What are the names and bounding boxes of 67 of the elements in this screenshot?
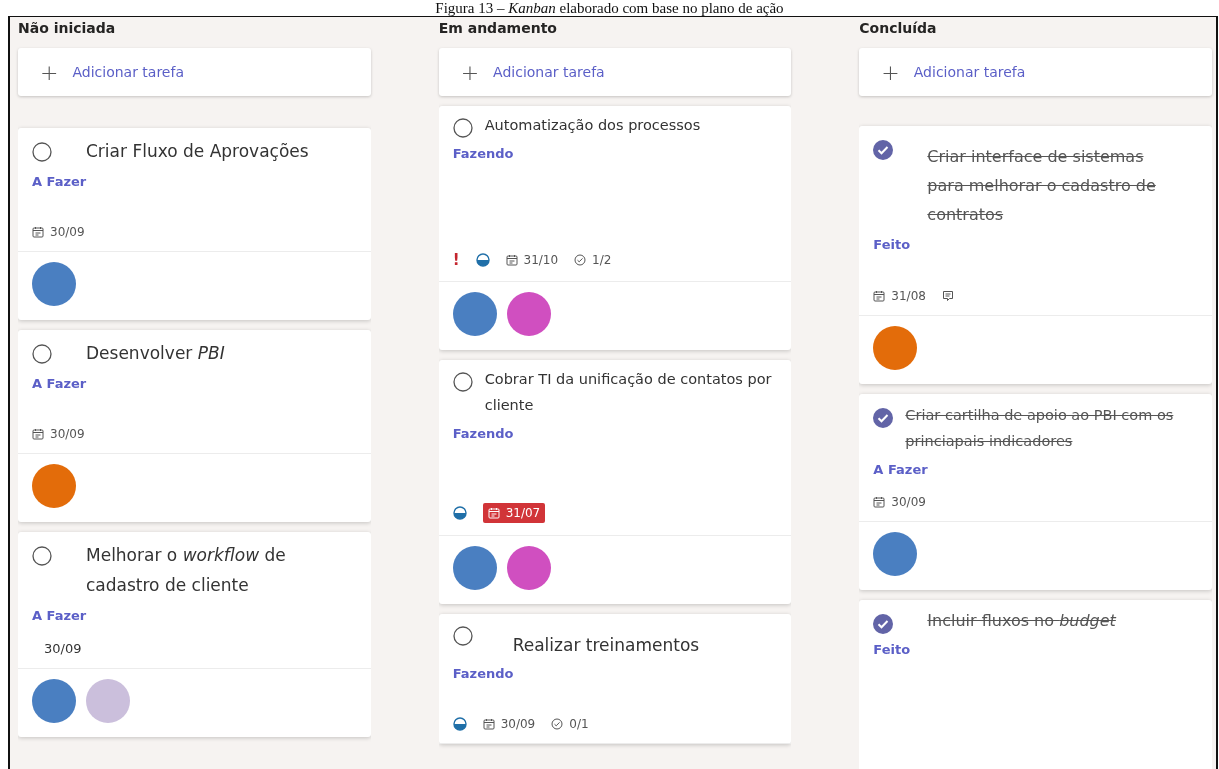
calendar-icon [505,254,518,266]
half-circle-icon [452,506,467,520]
column-title: Concluída [859,19,938,38]
add-task-button[interactable]: + Adicionar tarefa [18,48,371,96]
task-title: Criar Fluxo de Aprovações [85,140,309,163]
task-title: Cobrar TI da unificação de contatos por cliente [484,370,773,415]
checked-circle-icon[interactable] [873,140,894,160]
task-title: Automatização dos processos [484,116,701,135]
check-circle-icon [551,718,564,730]
due-date: 31/10 [505,253,559,267]
task-card[interactable]: Criar interface de sistemas para melhorar o cadastro de contratos Feito 31/08 [859,126,1212,384]
half-circle-icon [452,717,467,731]
checklist-count: 0/1 [551,717,589,731]
bucket-label: Fazendo [452,666,515,681]
task-card[interactable]: Desenvolver PBI A Fazer 30/09 [18,330,371,522]
bucket-label: A Fazer [32,608,88,623]
half-circle-icon [475,253,490,267]
task-title: Desenvolver PBI [85,342,225,365]
calendar-icon [873,290,886,302]
check-circle-icon [574,254,587,266]
task-card[interactable]: Criar Fluxo de Aprovações A Fazer 30/09 [18,128,371,320]
bucket-label: Fazendo [452,426,515,441]
due-date: 30/09 [873,495,926,509]
due-date: 30/09 [32,225,85,239]
calendar-icon [873,496,886,508]
bucket-label: Feito [873,237,912,252]
bucket-label: A Fazer [873,462,929,477]
task-title: Realizar treinamentos [511,634,700,657]
due-date: 30/09 [32,427,85,441]
due-date: 30/09 [482,717,536,731]
task-card[interactable]: Melhorar o workflow de cadastro de cliente A Fazer 30/09 [18,532,371,737]
column-title: Em andamento [438,19,558,38]
empty-circle-icon[interactable] [32,142,52,162]
calendar-icon [482,718,495,730]
comment-icon [941,290,954,302]
task-title: Melhorar o workflow de cadastro de cliente [85,544,287,597]
checked-circle-icon[interactable] [873,614,894,634]
calendar-icon [32,226,44,238]
empty-circle-icon[interactable] [32,344,52,364]
due-date: 31/07 [482,503,546,523]
due-date: 31/08 [873,289,926,303]
add-task-button[interactable]: + Adicionar tarefa [438,48,792,96]
bucket-label: A Fazer [32,174,88,189]
column-title: Não iniciada [18,19,117,38]
due-date: 30/09 [43,641,82,656]
priority-mark: ! [452,251,460,269]
bucket-label: Feito [873,642,912,657]
calendar-icon [487,507,500,519]
task-title: Criar cartilha de apoio ao PBI com os princiapais indicadores [905,406,1175,451]
checklist-count: 1/2 [574,253,612,267]
task-card[interactable]: Automatização dos processos Fazendo ! 31/10 1/2 [438,106,792,350]
task-title: Incluir fluxos no budget [926,610,1116,632]
task-title: Criar interface de sistemas para melhorar o cadastro de contratos [926,146,1157,226]
bucket-label: A Fazer [32,376,88,391]
task-card[interactable]: Cobrar TI da unificação de contatos por cliente Fazendo 31/07 [438,360,792,604]
empty-circle-icon[interactable] [452,372,473,392]
add-task-button[interactable]: + Adicionar tarefa [859,48,1212,96]
empty-circle-icon[interactable] [452,118,473,138]
empty-circle-icon[interactable] [32,546,52,566]
task-card[interactable]: Realizar treinamentos Fazendo 30/09 0/1 [438,614,792,744]
calendar-icon [32,428,44,440]
task-card[interactable]: Incluir fluxos no budget Feito [859,600,1212,769]
empty-circle-icon[interactable] [452,626,473,646]
checked-circle-icon[interactable] [873,408,894,428]
bucket-label: Fazendo [452,146,515,161]
figure-caption: Figura 13 – Kanban elaborado com base no plano de ação [434,0,785,16]
task-card[interactable]: Criar cartilha de apoio ao PBI com os princiapais indicadores A Fazer 30/09 [859,394,1212,590]
